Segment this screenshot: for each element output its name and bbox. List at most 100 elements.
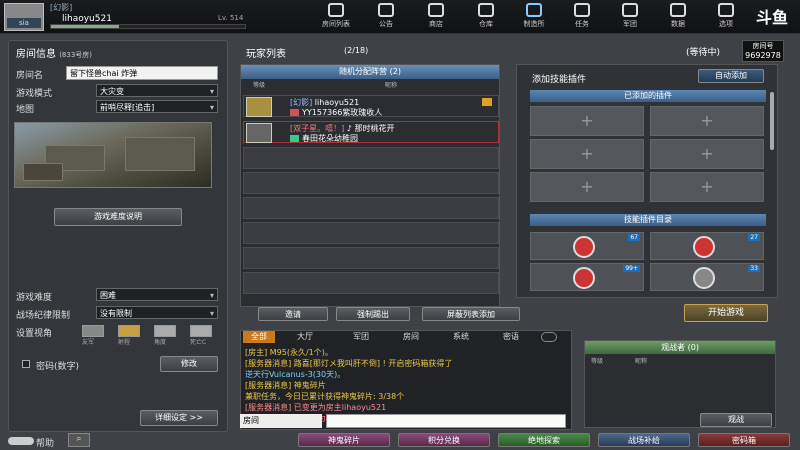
- room-info-header: 房间信息 (833号房): [16, 45, 92, 60]
- player-legion: 春田花朵幼稚园: [290, 133, 358, 144]
- nav-label: 制造所: [523, 20, 545, 28]
- view-option-label: 死亡C: [190, 339, 207, 346]
- password-box-button[interactable]: 密码箱: [698, 433, 790, 447]
- nav-mission[interactable]: 任务: [560, 2, 604, 32]
- view-option-ally[interactable]: 友军: [82, 325, 104, 346]
- game-mode-label: 游戏模式: [16, 89, 53, 99]
- room-no: (833号房): [59, 51, 93, 59]
- spectate-button[interactable]: 观战: [700, 413, 772, 427]
- search-icon[interactable]: ⌕: [68, 433, 90, 447]
- nav-legion[interactable]: 军团: [608, 2, 652, 32]
- empty-plugin-slot[interactable]: +: [530, 106, 644, 136]
- map-building: [125, 137, 195, 171]
- eye-icon[interactable]: [541, 332, 557, 342]
- kick-button[interactable]: 强制踢出: [336, 307, 410, 321]
- player-list: 随机分配阵营 (2) 等级 昵称 [幻影] lihaoyu521 YY15736…: [240, 64, 500, 307]
- chat-tab-legion[interactable]: 军团: [335, 331, 387, 343]
- player-nickname: lihaoyu521: [314, 98, 360, 107]
- chat-tab-system[interactable]: 系统: [437, 331, 485, 343]
- room-name-input[interactable]: 留下怪兽chai 炸弹: [66, 66, 218, 80]
- discipline-label: 战场纪律限制: [16, 311, 71, 321]
- player-name: lihaoyu521: [62, 14, 112, 24]
- empty-plugin-slot[interactable]: +: [650, 106, 764, 136]
- empty-slot[interactable]: [243, 272, 499, 294]
- empty-plugin-slot[interactable]: +: [650, 172, 764, 202]
- nav-shop[interactable]: 商店: [414, 2, 458, 32]
- help-toggle[interactable]: [8, 437, 34, 445]
- empty-plugin-slot[interactable]: +: [530, 139, 644, 169]
- nav-warehouse[interactable]: 仓库: [464, 2, 508, 32]
- view-option-label: 友军: [82, 339, 95, 346]
- points-exchange-button[interactable]: 积分兑换: [398, 433, 490, 447]
- nav-options[interactable]: 选项: [704, 2, 748, 32]
- clan-tag: [幻影]: [50, 3, 73, 12]
- chat-message: 兼职任务，今日已累计获得神鬼碎片: 3/38个: [245, 392, 405, 401]
- empty-slot[interactable]: [243, 172, 499, 194]
- player-slot[interactable]: [双子星。嘻！] ♪ 那时桃花开 春田花朵幼稚园: [243, 121, 499, 143]
- room-number: 9692978: [745, 51, 781, 60]
- room-number-box: 房间号 9692978: [742, 40, 784, 62]
- room-status: (等待中): [686, 48, 721, 58]
- view-option-death[interactable]: 死亡C: [190, 325, 212, 346]
- team-assignment-bar[interactable]: 随机分配阵营 (2): [241, 65, 499, 79]
- map-preview-image: [14, 122, 212, 188]
- discipline-select[interactable]: 没有限制 ▾: [96, 306, 218, 319]
- nav-label: 商店: [429, 20, 443, 28]
- host-crown-icon: [482, 98, 492, 106]
- player-avatar: [246, 97, 272, 117]
- detail-settings-button[interactable]: 详细设定 >>: [140, 410, 218, 426]
- nav-data[interactable]: 数据: [656, 2, 700, 32]
- nav-room-list[interactable]: 房间列表: [314, 2, 358, 32]
- empty-slot[interactable]: [243, 247, 499, 269]
- player-avatar[interactable]: sia: [4, 3, 44, 31]
- nav-announce[interactable]: 公告: [364, 2, 408, 32]
- modify-button[interactable]: 修改: [160, 356, 218, 372]
- view-option-angle[interactable]: 角度: [154, 325, 176, 346]
- legion-icon: [622, 3, 638, 17]
- chat-message: [服务器消息] 神鬼碎片: [245, 381, 326, 390]
- empty-plugin-slot[interactable]: +: [650, 139, 764, 169]
- obs-col-name: 昵称: [635, 358, 648, 365]
- password-label: 密码(数字): [36, 362, 80, 372]
- battle-supply-button[interactable]: 战场补给: [598, 433, 690, 447]
- password-checkbox[interactable]: [22, 360, 30, 368]
- room-name-label: 房间名: [16, 71, 44, 81]
- skill-plugin-card[interactable]: 33: [650, 263, 764, 291]
- skill-plugin-icon: [573, 236, 595, 258]
- empty-slot[interactable]: [243, 147, 499, 169]
- block-list-button[interactable]: 屏蔽列表添加: [422, 307, 520, 321]
- view-option-range[interactable]: 射程: [118, 325, 140, 346]
- game-mode-select[interactable]: 大灾变 ▾: [96, 84, 218, 97]
- skill-plugin-card[interactable]: 67: [530, 232, 644, 260]
- player-slot[interactable]: [幻影] lihaoyu521 YY157366紫玫瑰收人: [243, 95, 499, 117]
- chat-tab-whisper[interactable]: 密语: [491, 331, 531, 343]
- empty-plugin-slot[interactable]: +: [530, 172, 644, 202]
- chat-input[interactable]: [326, 414, 566, 428]
- auto-add-button[interactable]: 自动添加: [698, 69, 764, 83]
- ghost-fragment-button[interactable]: 神鬼碎片: [298, 433, 390, 447]
- skill-plugin-card[interactable]: 27: [650, 232, 764, 260]
- skill-plugin-icon: [693, 267, 715, 289]
- skill-plugin-card[interactable]: 99+: [530, 263, 644, 291]
- nav-factory[interactable]: 制造所: [512, 2, 556, 32]
- discipline-value: 没有限制: [100, 309, 132, 318]
- invite-button[interactable]: 邀请: [258, 307, 328, 321]
- view-option-label: 角度: [154, 339, 167, 346]
- map-select[interactable]: 前哨尽释[追击] ▾: [96, 100, 218, 113]
- difficulty-select[interactable]: 困难 ▾: [96, 288, 218, 301]
- difficulty-info-button[interactable]: 游戏难度说明: [54, 208, 182, 226]
- start-game-button[interactable]: 开始游戏: [684, 304, 768, 322]
- empty-slot[interactable]: [243, 222, 499, 244]
- chat-message: [服务器消息] 已变更为房主lihaoyu521: [245, 403, 387, 412]
- plugin-scrollbar[interactable]: [770, 92, 774, 150]
- douyu-logo: 斗鱼: [755, 8, 788, 27]
- empty-slot[interactable]: [243, 197, 499, 219]
- chat-channel-select[interactable]: 房间: [240, 414, 322, 428]
- chevron-down-icon: ▾: [209, 103, 214, 112]
- mission-icon: [574, 3, 590, 17]
- chat-tab-lobby[interactable]: 大厅: [279, 331, 331, 343]
- exploration-button[interactable]: 绝地探索: [498, 433, 590, 447]
- chat-tab-all[interactable]: 全部: [243, 331, 275, 343]
- settings-icon: [718, 3, 734, 17]
- chat-tab-room[interactable]: 房间: [391, 331, 431, 343]
